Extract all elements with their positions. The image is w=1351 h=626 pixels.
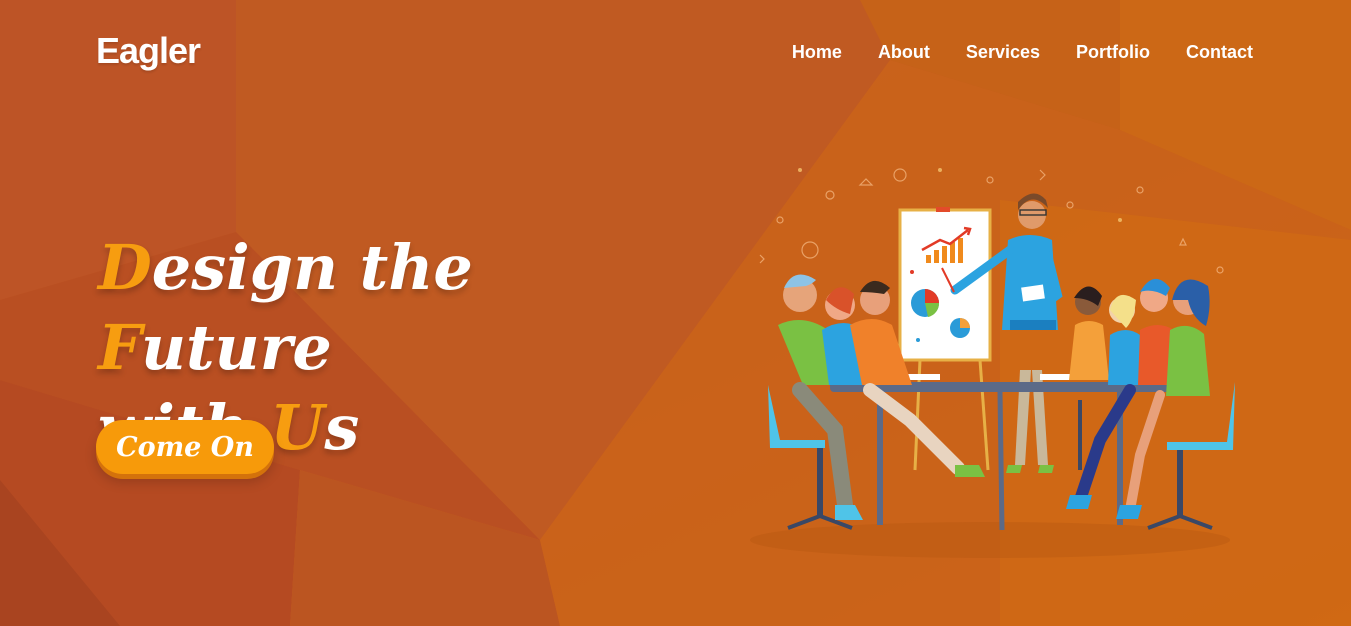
headline-text: esign the [151,231,473,304]
come-on-button[interactable]: Come On [96,420,274,474]
headline-text: uture [140,311,332,384]
hero-headline-line-1: Design the Future [98,228,698,388]
accent-letter-d: D [98,231,152,304]
headline-text: s [324,391,360,464]
meeting-scene-icon [750,168,1235,558]
accent-letter-f: F [98,311,141,384]
accent-letter-u: U [270,391,325,464]
nav-services-link[interactable]: Services [966,42,1040,63]
nav-home-link[interactable]: Home [792,42,842,63]
nav-about-link[interactable]: About [878,42,930,63]
top-navbar: Eagler Home About Services Portfolio Con… [0,0,1351,104]
team-meeting-illustration [740,160,1260,560]
main-menu: Home About Services Portfolio Contact [792,42,1253,63]
nav-contact-link[interactable]: Contact [1186,42,1253,63]
brand-logo[interactable]: Eagler [96,30,201,72]
nav-portfolio-link[interactable]: Portfolio [1076,42,1150,63]
